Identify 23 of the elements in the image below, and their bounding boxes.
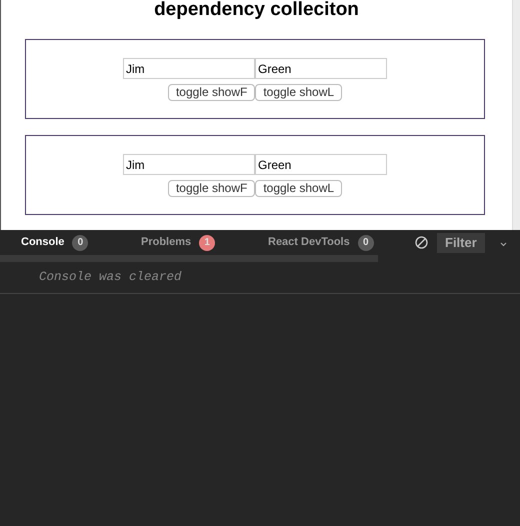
toggle-button[interactable]: toggle showF [168,84,256,101]
count-badge: 1 [199,234,216,250]
console-tab[interactable]: Problems 1 [121,234,249,251]
toggle-button[interactable]: toggle showL [255,84,342,101]
console-tab[interactable]: Console 0 [0,234,121,251]
first-name-field[interactable]: Jim [123,58,255,79]
filter-field[interactable]: Filter [437,232,485,252]
console-message: Console was cleared [39,269,182,286]
last-name-field[interactable]: Green [255,58,387,79]
scrollbar[interactable] [512,0,520,230]
toggle-button[interactable]: toggle showL [255,180,342,197]
tab-label: Problems [141,235,192,250]
page-title: dependency colleciton [154,0,359,20]
last-name-field[interactable]: Green [255,154,387,175]
tab-label: Console [21,235,64,250]
chevron-down-icon[interactable] [500,242,507,247]
first-name-field[interactable]: Jim [123,154,255,175]
count-badge: 0 [72,234,88,250]
clear-icon[interactable] [415,236,428,249]
count-badge: 0 [358,234,374,250]
console-tab[interactable]: React DevTools 0 [249,234,378,251]
toggle-button[interactable]: toggle showF [168,180,256,197]
tab-label: React DevTools [268,235,350,250]
